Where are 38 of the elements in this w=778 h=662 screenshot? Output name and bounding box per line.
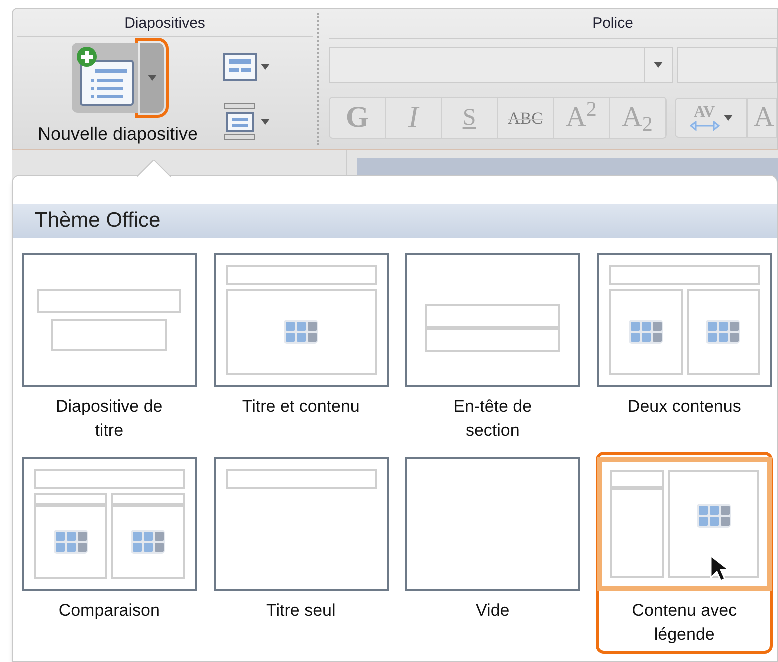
layout-option[interactable]: Vide xyxy=(404,452,582,654)
layout-label: Contenu avec légende xyxy=(631,600,738,646)
caret-icon xyxy=(261,118,270,124)
layout-label: Comparaison xyxy=(58,600,161,622)
reset-button[interactable] xyxy=(223,102,270,140)
layout-label: Deux contenus xyxy=(626,396,742,418)
layout-option[interactable]: Contenu avec légende xyxy=(596,452,773,654)
caret-icon xyxy=(148,74,156,80)
layout-label: Titre seul xyxy=(265,600,337,622)
layout-option[interactable]: Deux contenus xyxy=(596,248,773,450)
spacing-arrows-icon xyxy=(690,121,720,131)
caret-icon xyxy=(724,115,732,121)
content-icons xyxy=(54,530,88,554)
section-icon xyxy=(223,102,257,140)
content-icons xyxy=(628,320,663,344)
layout-label: Vide xyxy=(475,600,511,622)
layout-option[interactable]: Diapositive de titre xyxy=(21,248,198,450)
slide-add-icon xyxy=(75,46,135,108)
group-title: Police xyxy=(329,13,777,39)
new-slide-label: Nouvelle diapositive xyxy=(38,122,198,146)
content-icons xyxy=(284,320,318,344)
layout-option[interactable]: Comparaison xyxy=(21,452,198,654)
layout-option[interactable]: Titre seul xyxy=(212,452,390,654)
new-slide-button[interactable] xyxy=(72,42,138,112)
layout-option[interactable]: Titre et contenu xyxy=(212,248,390,450)
layout-option[interactable]: En-tête de section xyxy=(404,248,582,450)
caret-icon xyxy=(654,62,663,68)
content-icons xyxy=(696,504,731,528)
content-icons xyxy=(131,530,166,554)
layout-button[interactable] xyxy=(223,52,270,80)
layout-label: Titre et contenu xyxy=(241,396,361,418)
gallery-header: Thème Office xyxy=(13,204,777,238)
layout-icon xyxy=(223,52,257,80)
content-icons xyxy=(706,320,740,344)
layout-label: En-tête de section xyxy=(452,396,534,442)
layout-label: Diapositive de titre xyxy=(54,396,164,442)
group-title: Diapositives xyxy=(17,13,313,36)
caret-icon xyxy=(261,64,270,70)
